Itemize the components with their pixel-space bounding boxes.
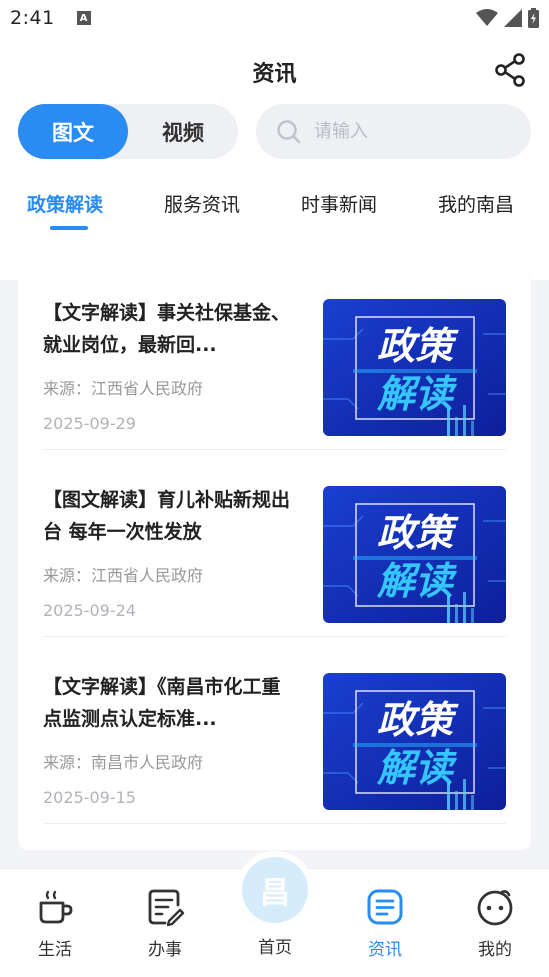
policy-interpretation-image: 政策 解读 bbox=[323, 299, 506, 436]
active-tab-indicator bbox=[50, 226, 88, 230]
search-box[interactable] bbox=[256, 104, 531, 159]
article-source: 来源：江西省人民政府 bbox=[43, 566, 204, 585]
search-input[interactable] bbox=[314, 121, 514, 142]
article-item[interactable]: 【文字解读】事关社保基金、就业岗位，最新回... 来源：江西省人民政府 2025… bbox=[43, 263, 506, 450]
nav-services[interactable]: 办事 bbox=[110, 869, 220, 977]
notepad-pen-icon bbox=[148, 889, 185, 927]
status-bar: 2:41 A bbox=[0, 0, 549, 36]
article-source: 来源：江西省人民政府 bbox=[43, 379, 204, 398]
nav-home[interactable]: 昌 首页 bbox=[220, 857, 330, 977]
nav-label: 首页 bbox=[258, 938, 292, 958]
bottom-nav: 生活 办事 昌 首页 资讯 我的 bbox=[0, 857, 549, 977]
title-row: 资讯 bbox=[0, 36, 549, 104]
content-type-toggle: 图文 视频 bbox=[18, 104, 238, 159]
article-thumbnail: 政策 解读 bbox=[323, 299, 506, 436]
thumb-text-bottom: 解读 bbox=[376, 746, 458, 790]
category-tabs: 政策解读 服务资讯 时事新闻 我的南昌 bbox=[0, 186, 549, 236]
nav-news[interactable]: 资讯 bbox=[330, 869, 440, 977]
nav-label: 资讯 bbox=[368, 940, 402, 960]
search-icon bbox=[277, 119, 301, 143]
battery-icon bbox=[528, 8, 539, 28]
article-title: 【图文解读】育儿补贴新规出台 每年一次性发放 bbox=[43, 489, 291, 543]
nav-mine[interactable]: 我的 bbox=[440, 869, 549, 977]
nav-label: 我的 bbox=[478, 940, 512, 960]
tab-current-affairs[interactable]: 时事新闻 bbox=[301, 190, 377, 217]
article-thumbnail: 政策 解读 bbox=[323, 673, 506, 810]
thumb-text-top: 政策 bbox=[377, 698, 459, 742]
nav-label: 办事 bbox=[148, 940, 182, 960]
thumb-text-bottom: 解读 bbox=[376, 372, 458, 416]
article-item[interactable]: 【文字解读】《南昌市化工重点监测点认定标准... 来源：南昌市人民政府 2025… bbox=[43, 637, 506, 824]
nav-life[interactable]: 生活 bbox=[0, 869, 110, 977]
coffee-cup-icon bbox=[39, 890, 73, 924]
thumb-text-top: 政策 bbox=[377, 324, 459, 368]
status-time: 2:41 bbox=[10, 7, 55, 29]
share-icon bbox=[495, 53, 525, 87]
page-title: 资讯 bbox=[252, 62, 297, 87]
tab-my-nanchang[interactable]: 我的南昌 bbox=[438, 190, 514, 217]
thumb-text-bottom: 解读 bbox=[376, 559, 458, 603]
share-button[interactable] bbox=[493, 52, 529, 88]
home-logo-icon: 昌 bbox=[242, 857, 308, 923]
article-date: 2025-09-15 bbox=[43, 788, 136, 807]
tab-policy-interpretation[interactable]: 政策解读 bbox=[27, 190, 103, 217]
document-list-icon bbox=[367, 889, 403, 925]
article-title: 【文字解读】《南昌市化工重点监测点认定标准... bbox=[43, 676, 281, 730]
tab-service-news[interactable]: 服务资讯 bbox=[164, 190, 240, 217]
article-title: 【文字解读】事关社保基金、就业岗位，最新回... bbox=[43, 302, 291, 356]
article-thumbnail: 政策 解读 bbox=[323, 486, 506, 623]
wifi-icon bbox=[476, 9, 498, 26]
policy-interpretation-image: 政策 解读 bbox=[323, 486, 506, 623]
tab-video[interactable]: 视频 bbox=[128, 104, 238, 159]
header: 资讯 图文 视频 政策解读 服务资 bbox=[0, 36, 549, 280]
article-item[interactable]: 【图文解读】育儿补贴新规出台 每年一次性发放 来源：江西省人民政府 2025-0… bbox=[43, 450, 506, 637]
home-logo-char: 昌 bbox=[260, 876, 290, 911]
article-date: 2025-09-24 bbox=[43, 601, 136, 620]
status-icons bbox=[476, 8, 539, 28]
thumb-text-top: 政策 bbox=[377, 511, 459, 555]
notification-badge-icon: A bbox=[76, 11, 91, 25]
signal-icon bbox=[504, 9, 522, 27]
tab-image-text[interactable]: 图文 bbox=[18, 104, 128, 159]
article-source: 来源：南昌市人民政府 bbox=[43, 753, 204, 772]
smiley-face-icon bbox=[477, 890, 513, 926]
nav-label: 生活 bbox=[38, 940, 72, 960]
app-screen: 2:41 A 资讯 图文 视频 请输入 政策解读 服务资讯 时事新闻 我的南昌 … bbox=[0, 0, 549, 977]
article-date: 2025-09-29 bbox=[43, 414, 136, 433]
article-list: 【文字解读】事关社保基金、就业岗位，最新回... 来源：江西省人民政府 2025… bbox=[18, 263, 531, 850]
policy-interpretation-image: 政策 解读 bbox=[323, 673, 506, 810]
